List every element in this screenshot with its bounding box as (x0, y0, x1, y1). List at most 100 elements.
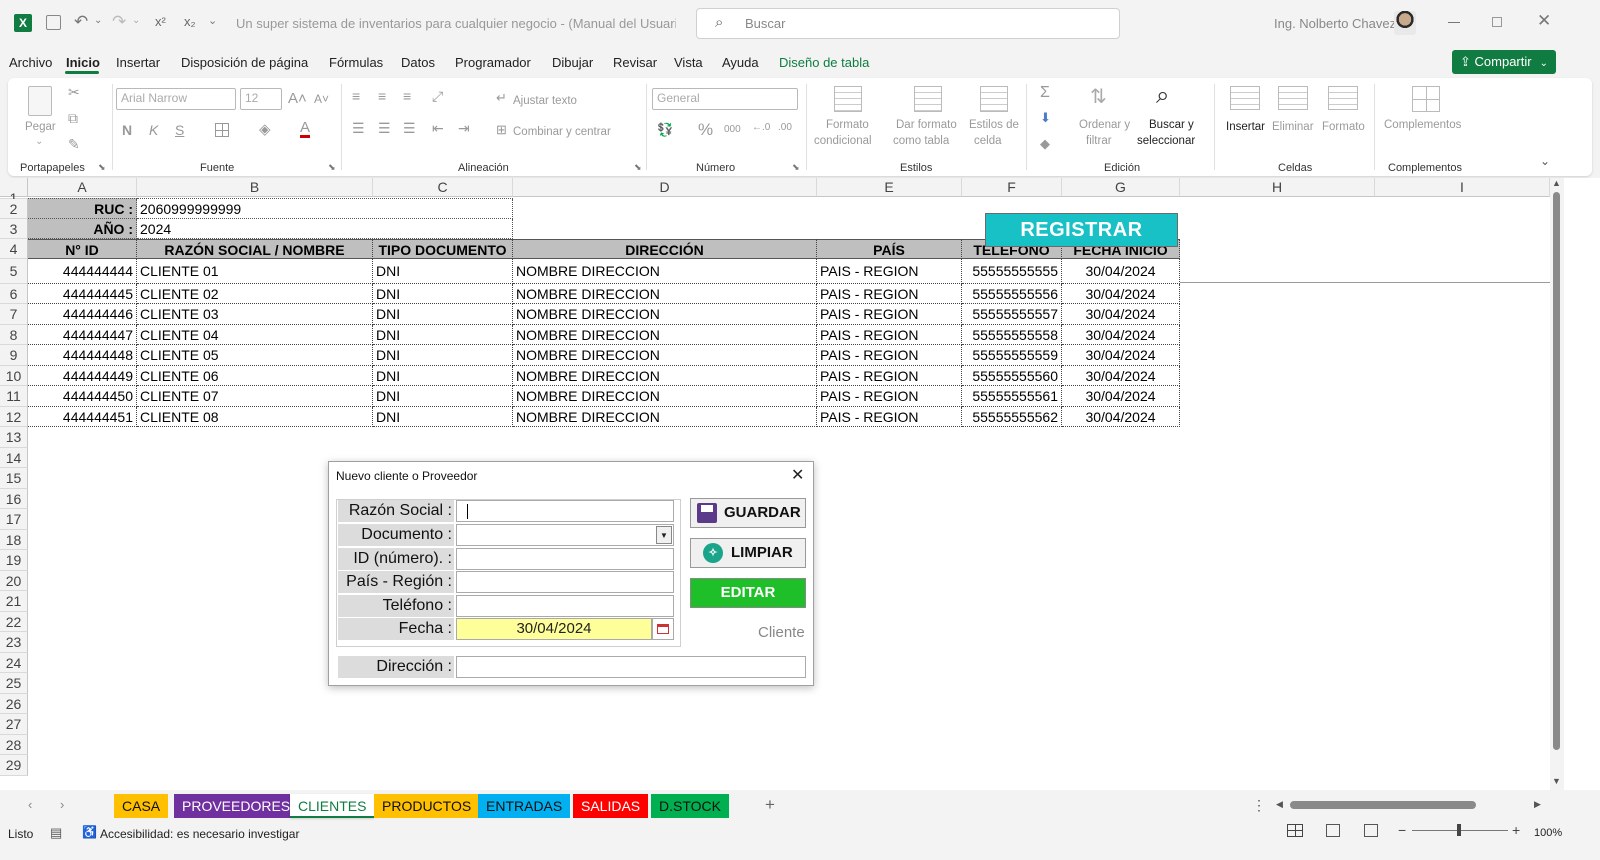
table-cell[interactable]: CLIENTE 02 (137, 284, 373, 304)
row-header[interactable]: 8 (0, 325, 28, 345)
info-value[interactable]: 2024 (137, 219, 513, 239)
documento-select[interactable]: ▼ (456, 524, 674, 546)
table-cell[interactable]: NOMBRE DIRECCION (513, 345, 817, 366)
page-break-view-icon[interactable] (1364, 824, 1378, 837)
thousands-icon[interactable]: 000 (724, 124, 741, 135)
column-header[interactable]: A (28, 178, 137, 197)
table-cell[interactable]: 30/04/2024 (1062, 386, 1180, 407)
find-select-line2[interactable]: seleccionar (1137, 134, 1195, 149)
table-cell[interactable]: CLIENTE 06 (137, 366, 373, 386)
table-cell[interactable]: DNI (373, 304, 513, 325)
insert-cells-icon[interactable] (1230, 86, 1260, 110)
row-header[interactable]: 10 (0, 366, 28, 386)
normal-view-icon[interactable] (1287, 824, 1303, 837)
row-header[interactable]: 19 (0, 550, 28, 571)
column-header[interactable]: C (373, 178, 513, 197)
paste-icon[interactable] (28, 86, 52, 116)
format-table-icon[interactable] (914, 86, 942, 112)
user-name[interactable]: Ing. Nolberto Chavez (1274, 16, 1396, 31)
italic-icon[interactable]: K (149, 122, 158, 138)
zoom-level[interactable]: 100% (1534, 827, 1562, 839)
id-input[interactable] (456, 548, 674, 570)
column-header[interactable]: E (817, 178, 962, 197)
table-cell[interactable]: NOMBRE DIRECCION (513, 304, 817, 325)
table-cell[interactable]: PAIS - REGION (817, 345, 962, 366)
column-header[interactable]: H (1180, 178, 1375, 197)
table-cell[interactable]: DNI (373, 386, 513, 407)
row-header[interactable]: 12 (0, 407, 28, 427)
table-cell[interactable]: 30/04/2024 (1062, 259, 1180, 284)
table-cell[interactable]: PAIS - REGION (817, 284, 962, 304)
cell-styles-line2[interactable]: celda (974, 134, 1002, 149)
currency-icon[interactable]: 💱 (657, 122, 673, 138)
menu-formulas[interactable]: Fórmulas (329, 55, 383, 70)
align-top-icon[interactable]: ≡ (352, 88, 360, 104)
table-cell[interactable]: 55555555562 (962, 407, 1062, 427)
format-label[interactable]: Formato (1322, 120, 1365, 135)
table-cell[interactable]: PAIS - REGION (817, 366, 962, 386)
dialog-close-icon[interactable]: ✕ (791, 465, 804, 485)
collapse-ribbon-icon[interactable]: ⌄ (1540, 154, 1550, 168)
find-select-line1[interactable]: Buscar y (1149, 118, 1194, 133)
row-header[interactable]: 9 (0, 345, 28, 366)
accessibility-status[interactable]: Accesibilidad: es necesario investigar (100, 827, 299, 841)
row-header[interactable]: 22 (0, 612, 28, 632)
dropdown-arrow-icon[interactable]: ▼ (656, 526, 672, 544)
paste-label[interactable]: Pegar (25, 120, 56, 135)
table-cell[interactable]: 444444445 (28, 284, 137, 304)
fill-color-icon[interactable]: ◈ (259, 120, 271, 138)
column-header[interactable]: D (513, 178, 817, 197)
merge-center-label[interactable]: Combinar y centrar (513, 125, 611, 140)
row-header[interactable]: 15 (0, 468, 28, 489)
table-header[interactable]: PAÍS (817, 239, 962, 259)
undo-dropdown-icon[interactable]: ⌄ (94, 15, 102, 26)
row-header[interactable]: 3 (0, 219, 28, 239)
row-header[interactable]: 24 (0, 653, 28, 673)
format-table-line1[interactable]: Dar formato (896, 118, 957, 133)
tab-clientes[interactable]: CLIENTES (290, 794, 375, 818)
font-name-select[interactable]: Arial Narrow (116, 88, 236, 110)
table-cell[interactable]: 55555555555 (962, 259, 1062, 284)
align-center-icon[interactable]: ☰ (378, 120, 391, 137)
table-cell[interactable]: DNI (373, 366, 513, 386)
number-format-select[interactable]: General (652, 88, 798, 110)
row-header[interactable]: 27 (0, 714, 28, 735)
table-cell[interactable]: 55555555559 (962, 345, 1062, 366)
column-header[interactable]: I (1375, 178, 1550, 197)
zoom-thumb[interactable] (1457, 824, 1461, 836)
row-header[interactable]: 17 (0, 509, 28, 530)
cond-format-line1[interactable]: Formato (826, 118, 869, 133)
align-left-icon[interactable]: ☰ (352, 120, 365, 137)
table-cell[interactable]: 444444450 (28, 386, 137, 407)
table-cell[interactable]: CLIENTE 03 (137, 304, 373, 325)
table-cell[interactable]: CLIENTE 07 (137, 386, 373, 407)
guardar-button[interactable]: GUARDAR (690, 498, 806, 528)
increase-decimal-icon[interactable]: ←.0 (752, 122, 770, 133)
info-label[interactable]: AÑO : (28, 219, 137, 239)
scroll-thumb[interactable] (1553, 192, 1560, 750)
save-icon[interactable] (46, 15, 61, 30)
row-header[interactable]: 7 (0, 304, 28, 325)
delete-cells-icon[interactable] (1278, 86, 1308, 110)
table-cell[interactable]: 444444449 (28, 366, 137, 386)
table-cell[interactable]: DNI (373, 259, 513, 284)
table-cell[interactable]: 30/04/2024 (1062, 304, 1180, 325)
table-cell[interactable]: 444444444 (28, 259, 137, 284)
search-box[interactable]: ⌕ Buscar (696, 8, 1120, 39)
table-header[interactable]: TIPO DOCUMENTO (373, 239, 513, 259)
insert-label[interactable]: Insertar (1226, 120, 1265, 135)
editar-button[interactable]: EDITAR (690, 578, 806, 608)
minimize-icon[interactable] (1448, 22, 1460, 23)
horizontal-scrollbar-thumb[interactable] (1290, 801, 1476, 809)
telefono-input[interactable] (456, 595, 674, 617)
table-cell[interactable]: PAIS - REGION (817, 386, 962, 407)
font-color-icon[interactable]: A (300, 120, 311, 138)
sort-filter-line2[interactable]: filtrar (1086, 134, 1112, 149)
macro-record-icon[interactable]: ▤ (50, 825, 62, 841)
avatar[interactable] (1394, 11, 1416, 35)
fill-icon[interactable]: ⬇ (1040, 110, 1051, 126)
table-cell[interactable]: DNI (373, 407, 513, 427)
page-layout-view-icon[interactable] (1326, 824, 1340, 837)
close-icon[interactable]: ✕ (1537, 11, 1551, 31)
tab-next-icon[interactable]: › (60, 797, 64, 812)
